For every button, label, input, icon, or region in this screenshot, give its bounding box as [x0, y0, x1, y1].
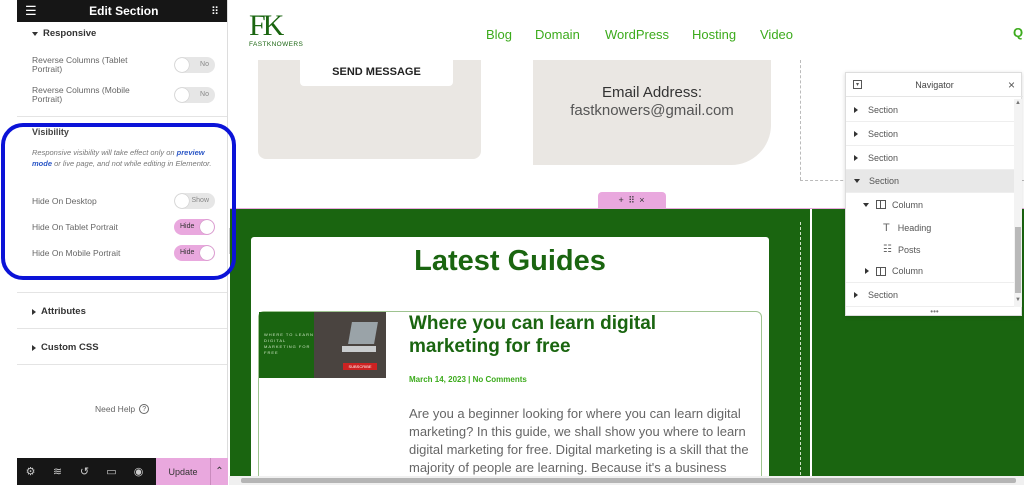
thumbnail-text: WHERE TO LEARN DIGITAL MARKETING FOR FRE…: [264, 332, 314, 355]
reverse-columns-mobile-label: Reverse Columns (Mobile Portrait): [32, 85, 130, 104]
column-guide: [800, 222, 801, 485]
divider: [17, 116, 227, 117]
search-icon[interactable]: Q: [1013, 25, 1023, 40]
logo-mark: FK: [249, 9, 284, 42]
caret-down-icon: [854, 179, 860, 183]
site-logo[interactable]: FK FASTKNOWERS: [249, 9, 309, 49]
post-card[interactable]: WHERE TO LEARN DIGITAL MARKETING FOR FRE…: [258, 311, 762, 485]
navigator-row-section[interactable]: Section: [846, 123, 1014, 146]
panel-title: Edit Section: [89, 4, 159, 18]
reverse-columns-tablet-toggle[interactable]: No: [174, 56, 215, 73]
section-handle[interactable]: + ⠿ ×: [598, 192, 666, 209]
post-title[interactable]: Where you can learn digital marketing fo…: [409, 312, 699, 358]
column-icon: [876, 266, 886, 276]
heading-icon: T: [883, 221, 890, 234]
panel-footer: ⚙ ≋ ↺ ▭ ◉ Update ⌃: [17, 458, 228, 485]
reverse-columns-tablet-row: Reverse Columns (Tablet Portrait) No: [32, 56, 215, 74]
horizontal-scrollbar[interactable]: [229, 476, 1024, 485]
navigator-row-section-active[interactable]: Section: [846, 170, 1014, 193]
reverse-columns-tablet-label: Reverse Columns (Tablet Portrait): [32, 55, 128, 74]
settings-gear-icon[interactable]: ⚙: [17, 465, 44, 478]
scrollbar-thumb[interactable]: [241, 478, 1016, 483]
navigator-title: Navigator: [915, 80, 954, 90]
column-guide: [800, 60, 801, 180]
navigator-row-posts[interactable]: ☷ Posts: [846, 238, 1014, 261]
navigator-row-section[interactable]: Section: [846, 284, 1014, 307]
column-divider: [810, 209, 812, 485]
attributes-section-toggle[interactable]: Attributes: [32, 306, 86, 317]
caret-right-icon: [854, 131, 858, 137]
navigator-row-column[interactable]: Column: [846, 193, 1014, 216]
menu-item-hosting[interactable]: Hosting: [692, 27, 736, 42]
email-label: Email Address:: [601, 84, 703, 101]
caret-right-icon: [854, 292, 858, 298]
caret-down-icon: [32, 31, 38, 36]
post-excerpt: Are you a beginner looking for where you…: [409, 406, 749, 475]
widgets-grid-icon[interactable]: ⠿: [211, 5, 219, 18]
navigator-row-column[interactable]: Column: [846, 260, 1014, 283]
visibility-highlight-annotation: [1, 123, 236, 280]
caret-down-icon: [863, 202, 869, 207]
navigator-row-section[interactable]: Section: [846, 99, 1014, 122]
menu-item-video[interactable]: Video: [760, 27, 793, 42]
latest-guides-heading: Latest Guides: [414, 245, 606, 277]
column-icon: [876, 200, 886, 209]
divider: [17, 292, 227, 293]
post-thumbnail[interactable]: WHERE TO LEARN DIGITAL MARKETING FOR FRE…: [259, 312, 386, 378]
panel-header: ☰ Edit Section ⠿: [17, 0, 227, 22]
email-value: fastknowers@gmail.com: [570, 102, 734, 119]
posts-icon: ☷: [883, 244, 892, 255]
custom-css-heading: Custom CSS: [41, 342, 99, 353]
laptop-shape: [348, 322, 378, 344]
navigator-scroll-up-icon[interactable]: ▲: [1015, 100, 1021, 106]
menu-item-domain[interactable]: Domain: [535, 27, 580, 42]
caret-right-icon: [32, 308, 36, 315]
navigator-scroll-thumb[interactable]: [1015, 227, 1021, 293]
navigator-scroll-down-icon[interactable]: ▼: [1015, 297, 1021, 303]
responsive-heading: Responsive: [43, 28, 97, 39]
divider: [17, 364, 227, 365]
responsive-mode-icon[interactable]: ▭: [98, 465, 125, 478]
caret-right-icon: [854, 155, 858, 161]
caret-right-icon: [32, 344, 36, 351]
thumbnail-subscribe-button: SUBSCRIBE: [343, 363, 377, 370]
divider: [17, 328, 227, 329]
navigator-header: ▾ Navigator ×: [846, 73, 1023, 97]
caret-right-icon: [865, 268, 869, 274]
menu-item-blog[interactable]: Blog: [486, 27, 512, 42]
help-circle-icon: ?: [139, 404, 150, 414]
update-button[interactable]: Update: [156, 458, 210, 485]
history-icon[interactable]: ↺: [71, 465, 98, 478]
menu-item-wordpress[interactable]: WordPress: [605, 27, 669, 42]
responsive-section-toggle[interactable]: Responsive: [32, 28, 96, 39]
chevron-up-icon[interactable]: ⌃: [210, 458, 228, 485]
navigator-panel: ▾ Navigator × Section Section Section Se…: [845, 72, 1023, 316]
layers-icon[interactable]: ≋: [44, 465, 71, 478]
post-meta: March 14, 2023 | No Comments: [409, 375, 527, 384]
logo-text: FASTKNOWERS: [249, 41, 304, 48]
reverse-columns-mobile-toggle[interactable]: No: [174, 86, 215, 103]
navigator-resize-handle[interactable]: •••: [846, 307, 1023, 316]
close-icon[interactable]: ×: [1008, 78, 1015, 92]
need-help-link[interactable]: Need Help ?: [95, 404, 150, 414]
attributes-heading: Attributes: [41, 306, 86, 317]
caret-right-icon: [854, 107, 858, 113]
preview-eye-icon[interactable]: ◉: [125, 465, 152, 478]
thumbnail-photo: SUBSCRIBE: [314, 312, 386, 378]
navigator-scrollbar[interactable]: ▲ ▼: [1014, 99, 1022, 307]
navigator-row-heading[interactable]: T Heading: [846, 216, 1014, 239]
navigator-row-section[interactable]: Section: [846, 147, 1014, 170]
hamburger-menu-icon[interactable]: ☰: [25, 3, 37, 19]
send-message-button[interactable]: SEND MESSAGE: [300, 58, 453, 86]
site-header: FK FASTKNOWERS Blog Domain WordPress Hos…: [237, 0, 1024, 60]
laptop-base: [342, 346, 376, 352]
reverse-columns-mobile-row: Reverse Columns (Mobile Portrait) No: [32, 86, 215, 104]
custom-css-section-toggle[interactable]: Custom CSS: [32, 342, 99, 353]
